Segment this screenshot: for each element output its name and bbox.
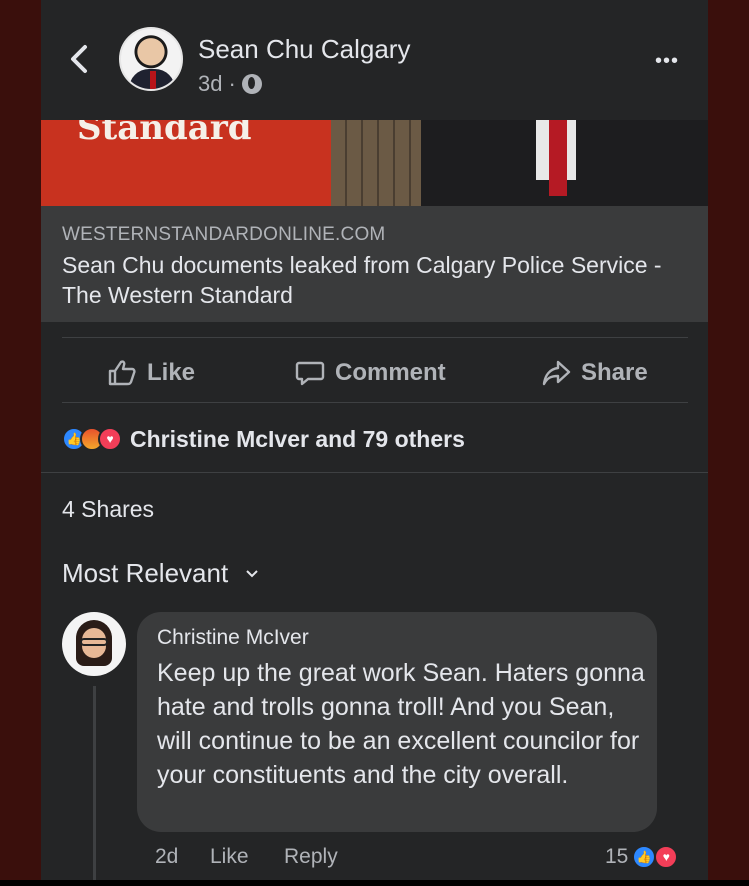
post-meta: 3d ·	[198, 71, 262, 97]
thumbs-up-icon	[108, 360, 136, 386]
comment-bubble[interactable]: Christine McIver Keep up the great work …	[137, 612, 657, 832]
preview-brand-text: Standard	[77, 120, 252, 148]
poster-name[interactable]: Sean Chu Calgary	[198, 34, 410, 65]
comment-author[interactable]: Christine McIver	[157, 626, 309, 650]
divider	[62, 337, 688, 338]
sort-label: Most Relevant	[62, 558, 229, 588]
like-label: Like	[147, 359, 196, 386]
avatar-glasses	[80, 638, 108, 646]
comment-text: Keep up the great work Sean. Haters gonn…	[157, 659, 645, 789]
like-button[interactable]: Like	[107, 355, 195, 391]
link-headline: Sean Chu documents leaked from Calgary P…	[62, 252, 662, 308]
comment-button[interactable]: Comment	[295, 355, 446, 391]
back-arrow-icon[interactable]	[67, 44, 93, 74]
poster-avatar[interactable]	[119, 27, 183, 91]
comment-like-button[interactable]: Like	[210, 845, 249, 869]
thread-line	[93, 686, 96, 880]
divider	[41, 472, 708, 473]
more-options-icon[interactable]: •••	[655, 50, 679, 73]
divider	[62, 402, 688, 403]
comment-reaction-count: 15	[605, 845, 629, 868]
facebook-post-screen: Sean Chu Calgary 3d · ••• Standard WESTE…	[41, 0, 708, 880]
comment-sort-dropdown[interactable]: Most Relevant	[62, 558, 260, 589]
link-domain: WESTERNSTANDARDONLINE.COM	[62, 224, 386, 245]
comment-reactions[interactable]: 15 👍 ♥	[605, 845, 679, 869]
link-preview-image[interactable]: Standard	[41, 120, 708, 206]
share-label: Share	[581, 359, 648, 386]
chevron-down-icon	[246, 569, 258, 577]
post-time[interactable]: 3d	[198, 71, 222, 97]
preview-building	[331, 120, 421, 206]
bottom-edge	[0, 880, 749, 886]
share-icon	[542, 360, 571, 386]
commenter-avatar[interactable]	[62, 612, 126, 676]
comment-label: Comment	[335, 359, 446, 386]
reactions-summary[interactable]: 👍 ♥ Christine McIver and 79 others	[62, 424, 465, 454]
meta-separator: ·	[228, 71, 236, 96]
shares-count[interactable]: 4 Shares	[62, 496, 154, 523]
like-reaction-icon: 👍	[632, 845, 657, 869]
link-info-box[interactable]: WESTERNSTANDARDONLINE.COM Sean Chu docum…	[41, 206, 708, 322]
avatar-tie	[150, 71, 156, 89]
globe-icon	[241, 74, 262, 94]
reaction-summary-text: Christine McIver and 79 others	[130, 425, 465, 452]
preview-tie	[549, 120, 567, 196]
post-header: Sean Chu Calgary 3d · •••	[41, 0, 708, 120]
comment-time[interactable]: 2d	[155, 845, 178, 869]
comment-icon	[295, 361, 325, 386]
share-button[interactable]: Share	[541, 355, 648, 391]
love-reaction-icon: ♥	[98, 427, 122, 451]
comment-reply-button[interactable]: Reply	[284, 845, 338, 869]
love-reaction-icon: ♥	[654, 845, 679, 869]
